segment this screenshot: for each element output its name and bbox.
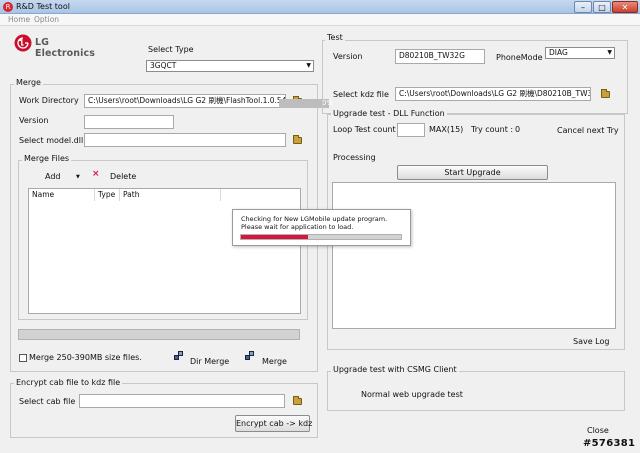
normal-web-upgrade-button[interactable]: Normal web upgrade test — [361, 390, 463, 400]
save-log-button[interactable]: Save Log — [573, 337, 609, 347]
delete-x-icon[interactable]: × — [92, 169, 100, 179]
menu-option[interactable]: Option — [34, 14, 59, 26]
dir-merge-button[interactable]: Dir Merge — [190, 357, 229, 367]
add-dropdown-chevron-icon[interactable]: ▼ — [76, 172, 80, 182]
merge-size-checkbox[interactable] — [19, 354, 27, 362]
close-button[interactable]: Close — [587, 426, 609, 436]
dir-merge-icon[interactable] — [174, 351, 183, 360]
menu-home[interactable]: Home — [8, 14, 30, 26]
merge-button[interactable]: Merge — [262, 357, 287, 367]
loop-test-label: Loop Test count — [333, 125, 396, 134]
add-button[interactable]: Add — [45, 172, 61, 182]
select-kdz-folder-icon[interactable] — [601, 89, 610, 98]
processing-label: Processing — [333, 153, 376, 162]
menu-bar — [0, 14, 640, 26]
dialog-progress-fill — [241, 235, 308, 239]
merge-icon[interactable] — [245, 351, 254, 360]
merge-group-title: Merge — [14, 78, 43, 88]
close-window-button[interactable]: ✕ — [612, 1, 638, 13]
version-label: Version — [19, 116, 49, 125]
dialog-line-1: Checking for New LGMobile update program… — [241, 215, 388, 223]
phone-mode-value: DIAG — [549, 48, 568, 57]
try-count-label: Try count : — [471, 125, 514, 134]
select-kdz-input[interactable]: C:\Users\root\Downloads\LG G2 刷機\D80210B… — [395, 87, 591, 101]
csmg-group-title: Upgrade test with CSMG Client — [331, 365, 459, 375]
merge-size-label: Merge 250-390MB size files. — [29, 353, 142, 362]
select-type-value: 3GQCT — [150, 61, 177, 70]
test-version-label: Version — [333, 52, 363, 61]
test-version-input[interactable]: D80210B_TW32G — [395, 49, 485, 64]
log-output-area[interactable] — [332, 182, 616, 329]
select-cab-input[interactable] — [79, 394, 285, 408]
merge-files-title: Merge Files — [22, 154, 72, 164]
loop-test-input[interactable] — [397, 123, 425, 137]
app-icon: R — [3, 2, 13, 12]
test-group-title: Test — [325, 33, 345, 43]
upgrade-group-title: Upgrade test - DLL Function — [331, 109, 447, 119]
lg-logo-mark-icon — [14, 34, 32, 52]
phone-mode-label: PhoneMode — [496, 53, 543, 62]
loading-dialog: Checking for New LGMobile update program… — [232, 209, 411, 246]
encrypt-cab-button[interactable]: Encrypt cab -> kdz — [235, 415, 312, 432]
column-header-type[interactable]: Type — [95, 189, 120, 201]
work-directory-input[interactable]: C:\Users\root\Downloads\LG G2 刷機\FlashTo… — [84, 94, 286, 108]
select-model-input[interactable] — [84, 133, 286, 147]
start-upgrade-button[interactable]: Start Upgrade — [397, 165, 548, 180]
column-header-path[interactable]: Path — [120, 189, 221, 201]
phone-mode-dropdown[interactable]: DIAG ▼ — [545, 47, 615, 59]
select-kdz-label: Select kdz file — [333, 90, 389, 99]
dialog-progress-track — [240, 234, 402, 240]
encrypt-group-title: Encrypt cab file to kdz file — [14, 378, 123, 388]
select-type-label: Select Type — [148, 45, 194, 54]
lg-logo-text: LG Electronics — [35, 37, 95, 59]
merge-progress-bar — [18, 329, 300, 340]
delete-button[interactable]: Delete — [110, 172, 136, 182]
select-cab-label: Select cab file — [19, 397, 76, 406]
select-model-label: Select model.dll — [19, 136, 84, 145]
lg-logo: LG Electronics — [14, 34, 100, 59]
select-model-folder-icon[interactable] — [293, 135, 302, 144]
phone-mode-chevron-icon: ▼ — [607, 49, 612, 56]
cancel-next-try-button[interactable]: Cancel next Try — [557, 126, 619, 136]
minimize-button[interactable]: – — [574, 1, 592, 13]
select-cab-folder-icon[interactable] — [293, 396, 302, 405]
merge-files-list[interactable]: Name Type Path — [28, 188, 301, 314]
try-count-value: 0 — [515, 125, 521, 134]
version-input[interactable] — [84, 115, 174, 129]
max-label: MAX(15) — [429, 125, 464, 134]
watermark-text: #576381 — [583, 438, 636, 449]
maximize-button[interactable]: □ — [593, 1, 611, 13]
chevron-down-icon: ▼ — [306, 62, 311, 69]
dialog-line-2: Please wait for application to load. — [241, 223, 354, 231]
window-title: R&D Test tool — [16, 2, 70, 11]
title-bar — [0, 0, 640, 14]
select-type-dropdown[interactable]: 3GQCT ▼ — [146, 60, 314, 72]
column-header-name[interactable]: Name — [29, 189, 95, 201]
work-directory-label: Work Directory — [19, 96, 79, 105]
